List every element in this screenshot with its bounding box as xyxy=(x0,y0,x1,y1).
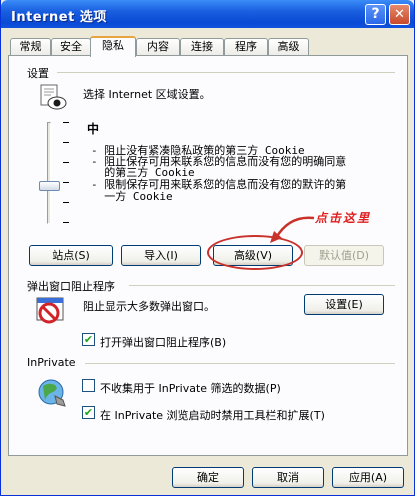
popup-group-label: 弹出窗口阻止程序 xyxy=(27,280,115,293)
inprivate-divider xyxy=(85,363,395,364)
inprivate-disable-toolbars-checkbox[interactable]: ✔ xyxy=(82,406,95,419)
slider-tick xyxy=(63,162,69,163)
popup-blocked-icon xyxy=(36,297,64,324)
tab-content[interactable]: 内容 xyxy=(136,38,180,56)
settings-group-label: 设置 xyxy=(27,67,49,80)
tab-connections[interactable]: 连接 xyxy=(180,38,224,56)
privacy-level-slider[interactable] xyxy=(35,118,79,233)
internet-options-dialog: Internet 选项 ? ✕ 常规 安全 隐私 内容 连接 程序 高级 设置 … xyxy=(0,0,415,496)
ok-button[interactable]: 确定 xyxy=(172,467,244,488)
popup-blocker-checkbox[interactable]: ✔ xyxy=(82,333,95,346)
annotation-text: 点击这里 xyxy=(315,211,372,225)
close-button[interactable]: ✕ xyxy=(389,4,410,25)
inprivate-group-label: InPrivate xyxy=(27,356,76,369)
slider-track xyxy=(47,122,51,224)
window-title: Internet 选项 xyxy=(11,10,107,25)
inprivate-filtering-checkbox[interactable] xyxy=(82,379,95,392)
import-button[interactable]: 导入(I) xyxy=(121,245,201,266)
slider-tick xyxy=(63,182,69,183)
privacy-desc-line: 一方 Cookie xyxy=(91,190,173,203)
select-zone-text: 选择 Internet 区域设置。 xyxy=(83,88,211,101)
inprivate-globe-icon xyxy=(38,379,66,407)
sites-button[interactable]: 站点(S) xyxy=(29,245,113,266)
tab-security[interactable]: 安全 xyxy=(51,38,91,56)
tab-programs[interactable]: 程序 xyxy=(224,38,268,56)
slider-tick xyxy=(63,202,69,203)
help-button[interactable]: ? xyxy=(365,4,386,25)
tab-general[interactable]: 常规 xyxy=(10,38,51,56)
tab-privacy[interactable]: 隐私 xyxy=(90,36,136,57)
slider-tick xyxy=(63,142,69,143)
popup-settings-button[interactable]: 设置(E) xyxy=(304,294,384,315)
privacy-page-eye-icon xyxy=(40,84,67,110)
popup-desc-text: 阻止显示大多数弹出窗口。 xyxy=(83,300,215,313)
tab-advanced[interactable]: 高级 xyxy=(268,38,309,56)
default-button[interactable]: 默认值(D) xyxy=(304,245,384,266)
inprivate-disable-toolbars-label[interactable]: 在 InPrivate 浏览启动时禁用工具栏和扩展(T) xyxy=(100,407,325,423)
popup-divider xyxy=(129,285,395,286)
settings-divider xyxy=(57,72,395,73)
privacy-level-title: 中 xyxy=(87,122,100,136)
inprivate-filtering-label[interactable]: 不收集用于 InPrivate 筛选的数据(P) xyxy=(100,380,281,396)
annotation-arrow-icon xyxy=(270,216,315,243)
title-bar[interactable]: Internet 选项 ? ✕ xyxy=(1,0,414,28)
cancel-button[interactable]: 取消 xyxy=(252,467,324,488)
popup-blocker-label[interactable]: 打开弹出窗口阻止程序(B) xyxy=(100,334,226,350)
slider-tick xyxy=(63,222,69,223)
slider-tick xyxy=(63,122,69,123)
apply-button[interactable]: 应用(A) xyxy=(332,467,404,488)
slider-thumb[interactable] xyxy=(39,181,60,192)
